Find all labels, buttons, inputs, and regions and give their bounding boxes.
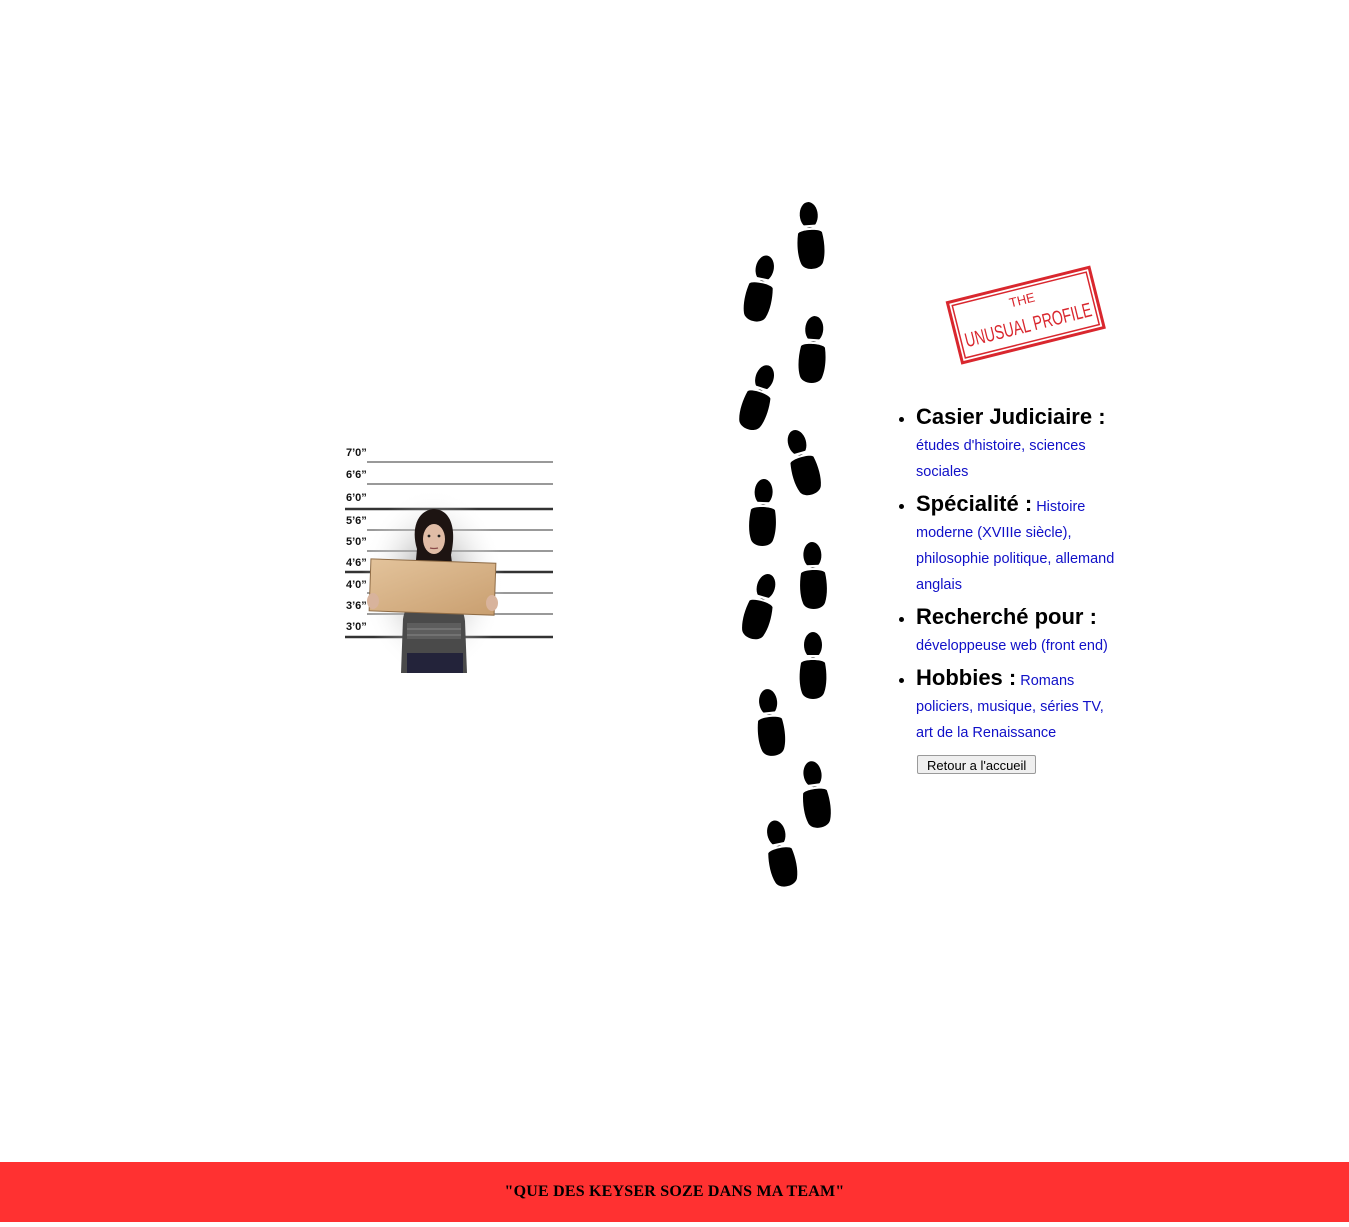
profile-item-hobbies: Hobbies : Romans policiers, musique, sér…: [916, 665, 1120, 746]
footprint: [753, 687, 788, 758]
height-mark: 5’6”: [346, 515, 367, 527]
height-mark: 6’0”: [346, 492, 367, 504]
profile-item-recherche: Recherché pour : développeuse web (front…: [916, 604, 1120, 659]
profile-label: Recherché pour :: [916, 604, 1097, 629]
profile-label: Hobbies :: [916, 665, 1017, 690]
profile-item-specialite: Spécialité : Histoire moderne (XVIIIe si…: [916, 491, 1120, 598]
footprints-decoration: [735, 200, 845, 890]
unusual-profile-stamp: THE UNUSUAL PROFILE: [945, 262, 1107, 370]
footprint: [799, 632, 827, 699]
back-to-home-button[interactable]: Retour a l'accueil: [917, 755, 1037, 774]
profile-value: études d'histoire, sciences sociales: [916, 438, 1086, 480]
footprint: [798, 541, 828, 610]
footer-banner: "QUE DES KEYSER SOZE DANS MA TEAM": [0, 1162, 1349, 1222]
profile-info: Casier Judiciaire : études d'histoire, s…: [880, 404, 1120, 775]
footprint: [735, 361, 782, 434]
footprint: [740, 252, 781, 324]
height-mark: 5’0”: [346, 536, 367, 548]
profile-label: Casier Judiciaire :: [916, 404, 1106, 429]
profile-item-casier: Casier Judiciaire : études d'histoire, s…: [916, 404, 1120, 485]
stamp-line-unusual-profile: UNUSUAL PROFILE: [963, 299, 1094, 352]
profile-label: Spécialité :: [916, 491, 1033, 516]
footprint: [797, 759, 834, 830]
stamp-line-the: THE: [1008, 289, 1037, 310]
footprint: [794, 201, 826, 270]
footprint: [738, 570, 783, 643]
footer-quote: "QUE DES KEYSER SOZE DANS MA TEAM": [504, 1183, 845, 1200]
footprint: [780, 426, 825, 499]
height-mark: 7’0”: [346, 447, 367, 459]
mugshot-image: 7’0” 6’6” 6’0” 5’6” 5’0” 4’6” 4’0” 3’6” …: [345, 443, 554, 673]
profile-value: développeuse web (front end): [916, 638, 1108, 654]
footprint: [797, 315, 829, 384]
height-mark: 3’0”: [346, 621, 367, 633]
footprint: [760, 817, 801, 889]
height-mark: 6’6”: [346, 469, 367, 481]
footprint: [748, 478, 778, 547]
profile-list: Casier Judiciaire : études d'histoire, s…: [880, 404, 1120, 746]
